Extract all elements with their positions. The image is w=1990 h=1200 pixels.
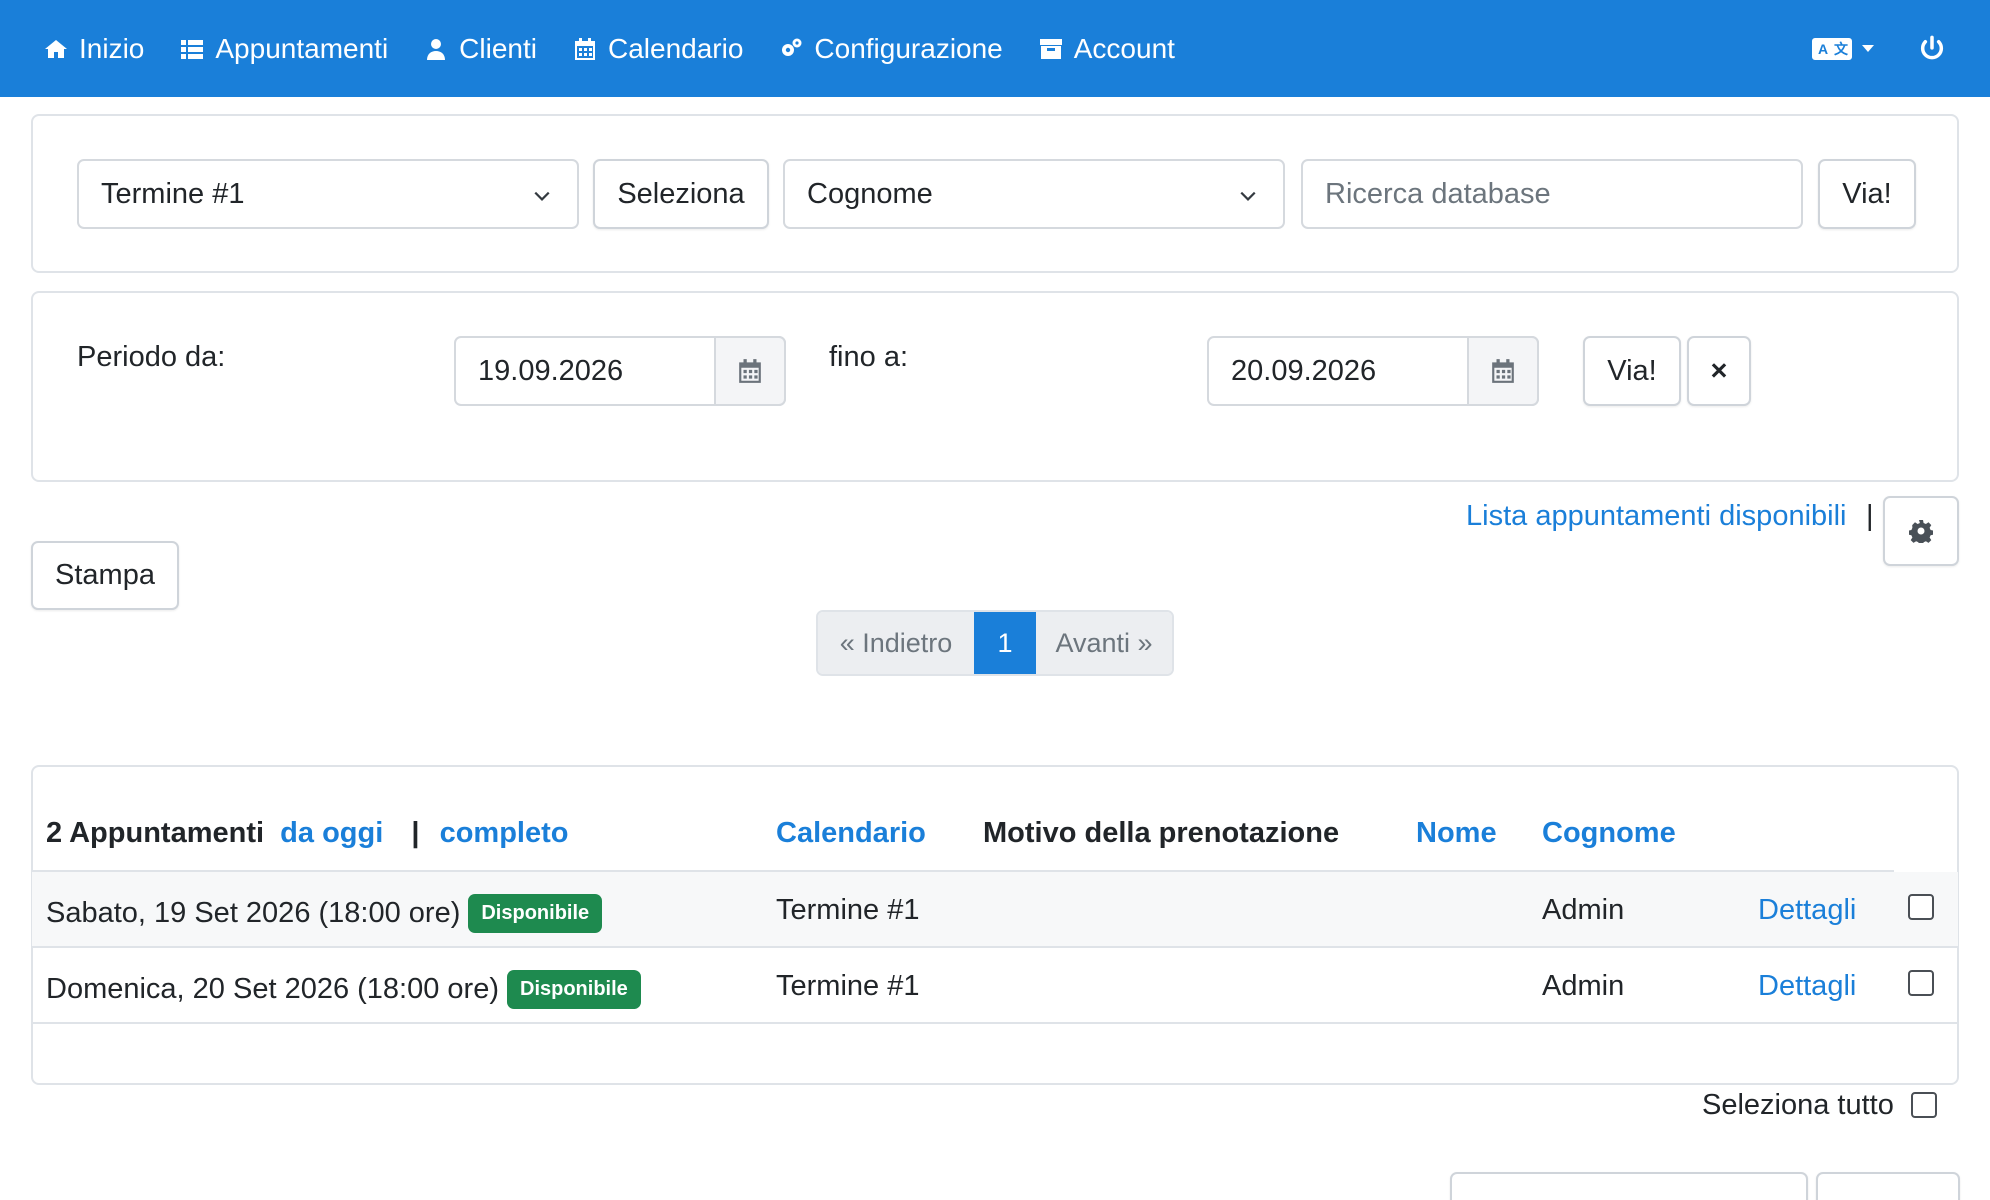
date-from-calendar-button[interactable] — [714, 336, 786, 406]
nav-label: Account — [1073, 32, 1175, 64]
nav-label: Clienti — [459, 32, 537, 64]
calendar-select[interactable]: Termine #1 — [77, 159, 579, 229]
settings-button[interactable] — [1883, 496, 1959, 566]
date-from-value: 19.09.2026 — [478, 354, 624, 387]
nav-account[interactable]: Account — [1039, 33, 1175, 65]
count-title: 2 Appuntamenti — [46, 817, 265, 849]
nav-right: A文 — [1812, 35, 1946, 63]
field-select[interactable]: Cognome — [783, 159, 1285, 229]
row-details-link[interactable]: Dettagli — [1758, 894, 1856, 927]
row-date-text: Sabato, 19 Set 2026 (18:00 ore) — [46, 897, 461, 929]
language-dropdown[interactable]: A文 — [1812, 37, 1874, 60]
row-date: Domenica, 20 Set 2026 (18:00 ore) Disponi… — [46, 970, 641, 1009]
nav-label: Configurazione — [814, 32, 1003, 64]
date-from-input[interactable]: 19.09.2026 — [454, 336, 786, 406]
row-last-name: Admin — [1542, 894, 1625, 926]
pagination: « Indietro 1 Avanti » — [816, 610, 1174, 676]
user-icon — [427, 38, 446, 60]
table-row: Sabato, 19 Set 2026 (18:00 ore) Disponibi… — [32, 872, 1958, 948]
power-icon[interactable] — [1918, 35, 1946, 63]
bottom-action-button[interactable] — [1450, 1172, 1808, 1200]
row-date-text: Domenica, 20 Set 2026 (18:00 ore) — [46, 973, 499, 1005]
nav-appuntamenti[interactable]: Appuntamenti — [180, 33, 388, 65]
period-from-label: Periodo da: — [77, 341, 226, 373]
complete-link[interactable]: completo — [440, 817, 569, 849]
field-select-value: Cognome — [807, 177, 933, 210]
search-input[interactable]: Ricerca database — [1301, 159, 1803, 229]
chevron-down-icon — [534, 191, 550, 201]
pagination-prev[interactable]: « Indietro — [818, 612, 974, 674]
date-to-input[interactable]: 20.09.2026 — [1207, 336, 1539, 406]
link-separator: | — [1866, 500, 1874, 532]
period-clear-button[interactable]: × — [1687, 336, 1751, 406]
period-card: Periodo da: 19.09.2026 fino a: 20.09.202… — [31, 291, 1959, 482]
calendar-icon — [1492, 359, 1514, 383]
status-badge: Disponibile — [507, 970, 641, 1009]
list-icon — [181, 39, 204, 59]
column-motivo: Motivo della prenotazione — [983, 817, 1340, 849]
nav-label: Appuntamenti — [215, 32, 389, 64]
from-today-link[interactable]: da oggi — [280, 817, 383, 849]
gears-icon — [782, 38, 802, 56]
status-badge: Disponibile — [468, 894, 603, 933]
row-last-name: Admin — [1542, 970, 1625, 1002]
header-separator: | — [411, 817, 420, 849]
select-all-checkbox[interactable] — [1911, 1092, 1937, 1118]
home-icon — [45, 39, 67, 58]
date-to-value: 20.09.2026 — [1231, 354, 1377, 387]
gear-icon — [1909, 520, 1933, 543]
chevron-down-icon — [1240, 191, 1256, 201]
print-button[interactable]: Stampa — [31, 541, 179, 610]
table-row: Domenica, 20 Set 2026 (18:00 ore) Disponi… — [32, 948, 1958, 1024]
period-go-button[interactable]: Via! — [1583, 336, 1681, 406]
column-calendario[interactable]: Calendario — [776, 817, 926, 850]
row-calendar: Termine #1 — [776, 894, 920, 926]
appointments-count: 2 Appuntamenti da oggi | completo — [46, 817, 569, 850]
calendar-icon — [739, 359, 761, 383]
row-details-link[interactable]: Dettagli — [1758, 970, 1856, 1003]
bottom-action-button[interactable] — [1816, 1172, 1960, 1200]
top-navbar: Inizio Appuntamenti Clienti Calendario C… — [0, 0, 1990, 97]
pagination-page-1[interactable]: 1 — [974, 612, 1036, 674]
caret-down-icon — [1862, 45, 1874, 52]
select-all-label: Seleziona tutto — [1702, 1089, 1894, 1121]
period-to-label: fino a: — [829, 341, 908, 373]
row-checkbox[interactable] — [1908, 894, 1934, 920]
archive-icon — [1039, 38, 1062, 59]
row-calendar: Termine #1 — [776, 970, 920, 1002]
pagination-next[interactable]: Avanti » — [1036, 612, 1172, 674]
calendar-select-value: Termine #1 — [101, 177, 245, 210]
nav-inizio[interactable]: Inizio — [44, 33, 144, 65]
column-cognome[interactable]: Cognome — [1542, 817, 1676, 850]
available-list-link[interactable]: Lista appuntamenti disponibili — [1466, 500, 1846, 533]
nav-label: Calendario — [607, 32, 744, 64]
column-nome[interactable]: Nome — [1416, 817, 1497, 850]
nav-configurazione[interactable]: Configurazione — [779, 32, 1003, 65]
search-go-button[interactable]: Via! — [1818, 159, 1916, 229]
row-date: Sabato, 19 Set 2026 (18:00 ore) Disponibi… — [46, 894, 603, 933]
nav-clienti[interactable]: Clienti — [424, 33, 537, 65]
calendar-icon — [574, 37, 595, 60]
search-card: Termine #1 Seleziona Cognome Ricerca dat… — [31, 114, 1959, 273]
nav-calendario[interactable]: Calendario — [573, 33, 743, 65]
date-to-calendar-button[interactable] — [1467, 336, 1539, 406]
nav-label: Inizio — [79, 32, 145, 64]
row-checkbox[interactable] — [1908, 970, 1934, 996]
select-button[interactable]: Seleziona — [593, 159, 769, 229]
translate-icon: A文 — [1812, 37, 1852, 60]
